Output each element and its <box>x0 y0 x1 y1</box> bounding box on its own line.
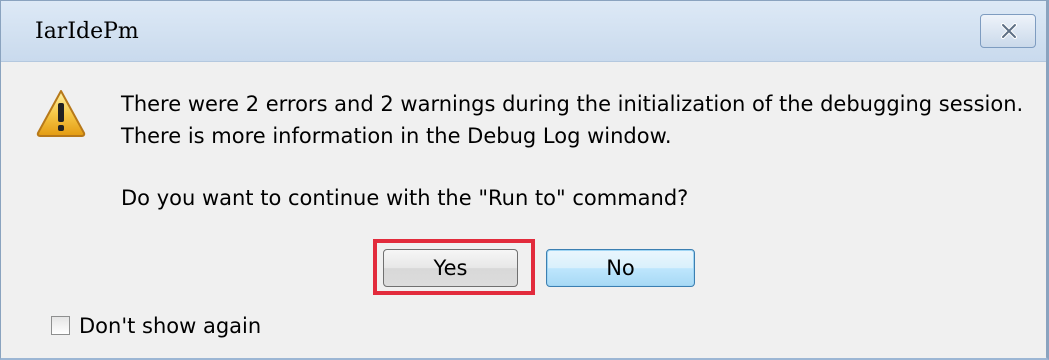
dialog-content: There were 2 errors and 2 warnings durin… <box>1 62 1046 358</box>
message-line-1: There were 2 errors and 2 warnings durin… <box>121 92 1024 116</box>
dont-show-again-checkbox[interactable] <box>51 316 70 335</box>
title-bar: IarIdePm <box>1 1 1046 62</box>
question-text: Do you want to continue with the "Run to… <box>121 186 689 210</box>
warning-icon <box>36 90 86 137</box>
window-title: IarIdePm <box>35 19 139 44</box>
yes-button[interactable]: Yes <box>383 249 518 287</box>
close-icon <box>1001 23 1017 39</box>
message-line-2: There is more information in the Debug L… <box>121 124 672 148</box>
close-button[interactable] <box>980 14 1036 48</box>
message-dialog: IarIdePm There were 2 errors and 2 warni… <box>0 0 1049 360</box>
no-button[interactable]: No <box>546 249 695 287</box>
dont-show-again-label[interactable]: Don't show again <box>79 314 261 338</box>
